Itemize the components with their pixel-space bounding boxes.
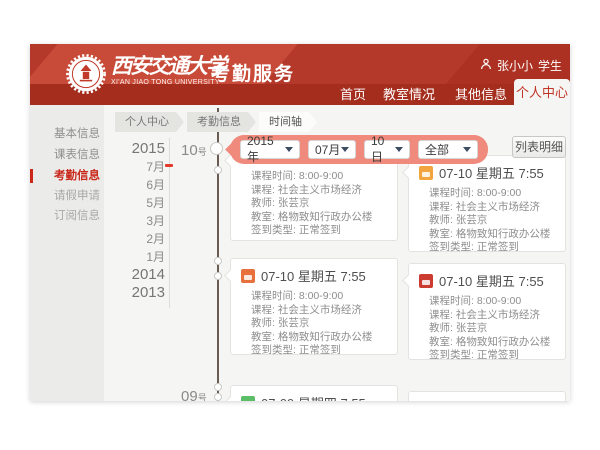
app-header: 西安交通大学 XI'AN JIAO TONG UNIVERSITY 考勤服务 张… <box>30 44 570 105</box>
card-field: 签到类型: 正常签到 <box>429 241 557 255</box>
sidebar-item-basic-info[interactable]: 基本信息 <box>30 125 104 143</box>
timeline-month-7[interactable]: 7月 <box>118 158 165 176</box>
current-month-marker <box>165 164 173 167</box>
calendar-icon <box>241 396 255 402</box>
card-field: 教师: 张芸京 <box>251 197 389 211</box>
sidebar: 基本信息 课表信息 考勤信息 请假申请 订阅信息 <box>30 105 104 401</box>
calendar-icon <box>241 269 255 283</box>
timeline-month-3[interactable]: 3月 <box>118 212 165 230</box>
card-field: 课程: 社会主义市场经济 <box>251 304 389 318</box>
timeline-month-2[interactable]: 2月 <box>118 230 165 248</box>
attendance-card: 07-09 星期四 7:55 <box>230 385 398 401</box>
attendance-card: 07-10 星期五 7:55 课程时间: 8:00-9:00 课程: 社会主义市… <box>230 258 398 355</box>
timeline-dot <box>214 383 222 391</box>
scope-select[interactable]: 全部 <box>418 140 478 159</box>
university-name-en: XI'AN JIAO TONG UNIVERSITY <box>111 79 225 86</box>
card-field: 课程: 社会主义市场经济 <box>429 201 557 215</box>
timeline-dot <box>214 166 222 174</box>
sidebar-item-attendance-info[interactable]: 考勤信息 <box>30 167 104 185</box>
card-field: 教师: 张芸京 <box>429 214 557 228</box>
nav-classroom[interactable]: 教室情况 <box>383 84 435 105</box>
chevron-down-icon <box>341 147 349 152</box>
user-role: 学生 <box>538 57 562 74</box>
timeline-month-5[interactable]: 5月 <box>118 194 165 212</box>
card-field: 教室: 格物致知行政办公楼 <box>429 336 557 350</box>
chevron-down-icon <box>463 147 471 152</box>
user-icon <box>480 58 492 73</box>
user-info[interactable]: 张小小 学生 <box>480 57 562 74</box>
card-field: 教师: 张芸京 <box>429 322 557 336</box>
card-field: 教室: 格物致知行政办公楼 <box>251 331 389 345</box>
university-logo-icon <box>66 54 106 94</box>
university-name: 西安交通大学 XI'AN JIAO TONG UNIVERSITY <box>111 53 225 86</box>
timeline-dot <box>210 142 223 155</box>
card-date-title: 07-09 星期四 7:55 <box>261 393 366 401</box>
attendance-card: 07-10 星期五 7:55 课程时间: 8:00-9:00 课程: 社会主义市… <box>408 155 566 252</box>
card-date-title: 07-10 星期五 7:55 <box>439 271 544 290</box>
nav-bar: 首页 教室情况 其他信息 <box>30 84 570 105</box>
card-field: 课程时间: 8:00-9:00 <box>251 290 389 304</box>
year-select[interactable]: 2015年 <box>240 140 300 159</box>
card-field: 课程时间: 8:00-9:00 <box>429 295 557 309</box>
attendance-card: 07-10 星期五 7:55 课程时间: 8:00-9:00 课程: 社会主义市… <box>408 263 566 360</box>
month-select[interactable]: 07月 <box>308 140 356 159</box>
card-date-title: 07-10 星期五 7:55 <box>261 266 366 285</box>
calendar-icon <box>419 166 433 180</box>
date-filter-bar: 2015年 07月 10日 全部 <box>230 135 488 164</box>
chevron-down-icon <box>395 147 403 152</box>
sidebar-item-schedule-info[interactable]: 课表信息 <box>30 146 104 164</box>
nav-other-info[interactable]: 其他信息 <box>455 84 507 105</box>
user-name: 张小小 <box>497 57 533 74</box>
card-field: 课程时间: 8:00-9:00 <box>251 170 389 184</box>
university-name-zh: 西安交通大学 <box>111 53 225 79</box>
timeline-year-2013[interactable]: 2013 <box>118 284 165 302</box>
card-field: 教室: 格物致知行政办公楼 <box>429 228 557 242</box>
timeline-dot <box>214 272 222 280</box>
breadcrumb-timeline[interactable]: 时间轴 <box>259 112 317 132</box>
attendance-card <box>408 391 566 401</box>
timeline-month-6[interactable]: 6月 <box>118 176 165 194</box>
list-detail-button[interactable]: 列表明细 <box>512 136 566 158</box>
breadcrumb-attendance-info[interactable]: 考勤信息 <box>187 112 256 132</box>
chevron-down-icon <box>285 147 293 152</box>
nav-home[interactable]: 首页 <box>340 84 366 105</box>
day-label-09: 09号 <box>181 388 207 401</box>
timeline-month-1[interactable]: 1月 <box>118 248 165 266</box>
breadcrumb: 个人中心 考勤信息 时间轴 <box>115 112 317 132</box>
card-field: 教室: 格物致知行政办公楼 <box>251 211 389 225</box>
card-field: 签到类型: 正常签到 <box>429 349 557 363</box>
stamp-icon <box>419 274 433 288</box>
card-field: 签到类型: 正常签到 <box>251 224 389 238</box>
breadcrumb-personal-center[interactable]: 个人中心 <box>115 112 184 132</box>
app-window: 西安交通大学 XI'AN JIAO TONG UNIVERSITY 考勤服务 张… <box>30 44 570 401</box>
timeline-dot <box>214 393 222 401</box>
sidebar-item-subscription-info[interactable]: 订阅信息 <box>30 207 104 225</box>
day-select[interactable]: 10日 <box>364 140 410 159</box>
card-field: 课程: 社会主义市场经济 <box>251 184 389 198</box>
card-date-title: 07-10 星期五 7:55 <box>439 163 544 182</box>
card-field: 课程时间: 8:00-9:00 <box>429 187 557 201</box>
card-field: 课程: 社会主义市场经济 <box>429 309 557 323</box>
sidebar-item-leave-request[interactable]: 请假申请 <box>30 187 104 205</box>
timeline-year-month-nav: 2015 7月 6月 5月 3月 2月 1月 2014 2013 <box>118 140 165 302</box>
timeline-dot <box>214 257 222 265</box>
app-title: 考勤服务 <box>211 59 295 86</box>
timeline-year-2014[interactable]: 2014 <box>118 266 165 284</box>
card-field: 签到类型: 正常签到 <box>251 344 389 358</box>
timeline-year-2015[interactable]: 2015 <box>118 140 165 158</box>
nav-personal-center-tab[interactable]: 个人中心 <box>514 79 570 105</box>
card-field: 教师: 张芸京 <box>251 317 389 331</box>
day-label-10: 10号 <box>181 142 207 159</box>
